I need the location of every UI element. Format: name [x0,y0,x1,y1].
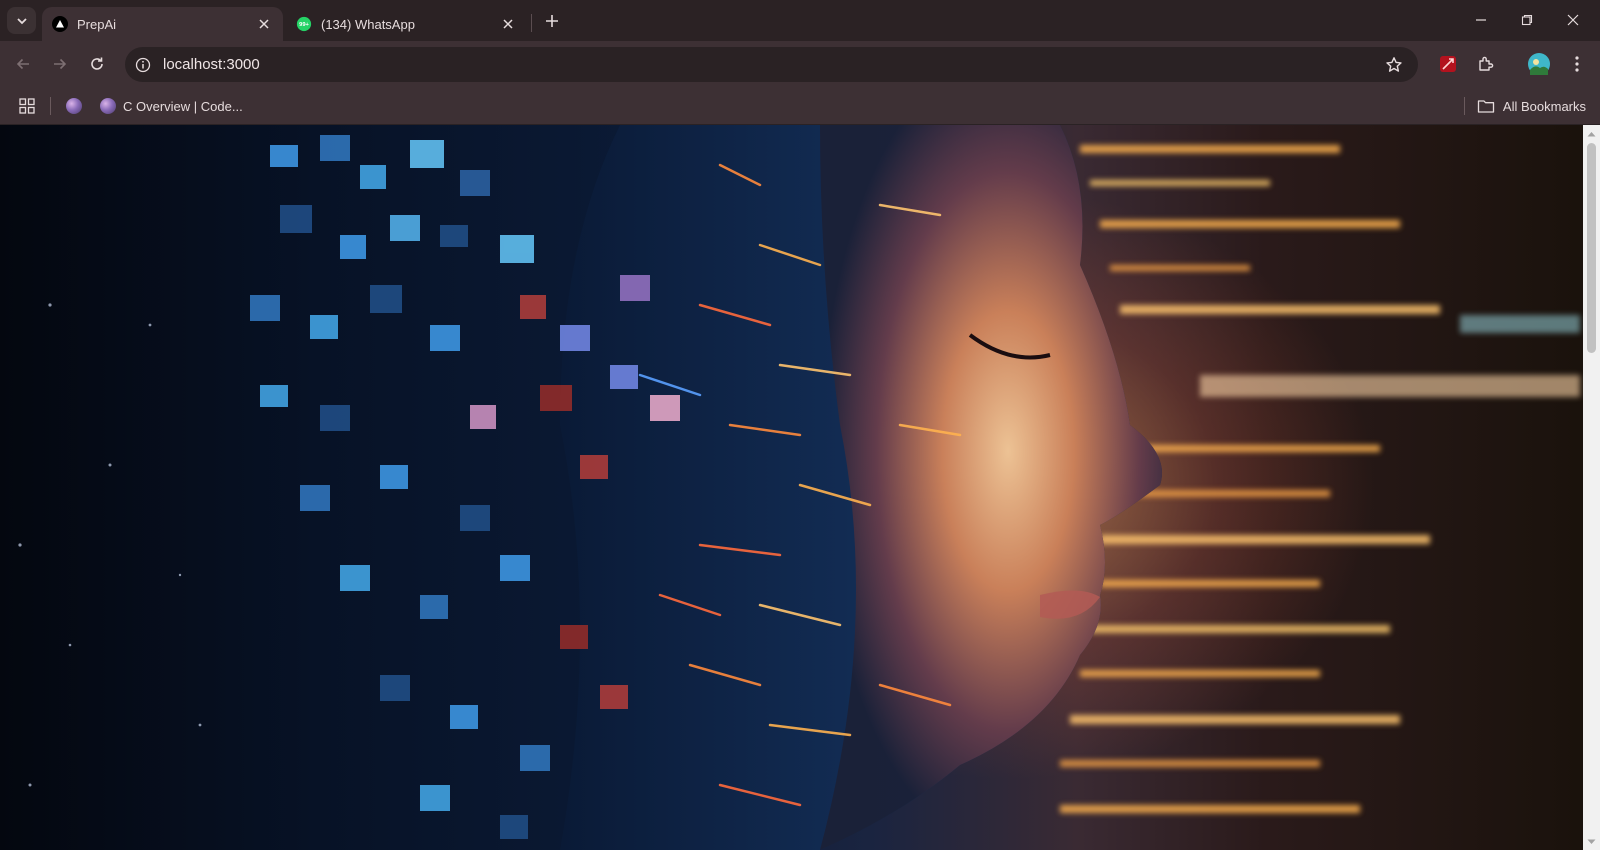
reload-button[interactable] [83,50,111,78]
info-icon[interactable] [133,55,153,75]
page-viewport [0,125,1583,850]
page-scrollbar[interactable] [1583,125,1600,850]
close-window-button[interactable] [1550,0,1596,40]
extension-icon-red[interactable] [1434,50,1462,78]
svg-text:99+: 99+ [299,22,309,28]
hero-image [18,125,1580,850]
minimize-button[interactable] [1458,0,1504,40]
arrow-right-icon [54,58,67,70]
forward-button[interactable] [46,50,74,78]
tab-title: PrepAi [77,16,117,32]
tab-title: (134) WhatsApp [321,16,415,32]
restore-button[interactable] [1504,0,1550,40]
extensions-puzzle-icon[interactable] [1472,50,1500,78]
star-icon[interactable] [1384,55,1404,75]
apps-grid-icon[interactable] [16,95,38,117]
bookmark-favicon [100,98,116,114]
tab-strip: PrepAi 99+ (134) WhatsApp [0,0,1600,41]
new-tab-button[interactable] [540,9,564,33]
close-icon [1567,14,1579,26]
url-text[interactable]: localhost:3000 [163,56,260,73]
scroll-up-arrow-icon[interactable] [1583,125,1600,142]
face-lit [820,125,1162,850]
profile-avatar[interactable] [1525,50,1553,78]
restore-icon [1521,14,1533,26]
bookmark-item-1[interactable] [66,94,89,118]
menu-kebab-icon[interactable] [1563,50,1591,78]
close-icon[interactable] [255,15,273,33]
reload-icon [91,57,103,70]
browser-toolbar: localhost:3000 [0,41,1600,86]
tab-whatsapp[interactable]: 99+ (134) WhatsApp [286,7,527,41]
chevron-down-icon [16,17,27,24]
tab-search-button[interactable] [7,7,36,34]
plus-icon [546,15,558,27]
close-icon[interactable] [499,15,517,33]
whatsapp-icon: 99+ [296,16,312,32]
bookmarks-separator [50,97,51,115]
bookmark-favicon [66,98,82,114]
folder-icon [1477,97,1495,115]
bookmarks-separator [1464,97,1465,115]
back-button[interactable] [9,50,37,78]
address-bar[interactable]: localhost:3000 [125,47,1418,82]
bookmark-label: C Overview | Code... [123,98,243,114]
minimize-icon [1476,19,1486,21]
bookmark-item-2[interactable]: C Overview | Code... [100,94,243,118]
nextjs-triangle-icon [52,16,68,32]
arrow-left-icon [16,58,29,70]
all-bookmarks-label: All Bookmarks [1502,98,1586,114]
bookmarks-bar: C Overview | Code... All Bookmarks [0,86,1600,125]
tab-prepai[interactable]: PrepAi [42,7,283,41]
tab-separator [531,14,532,32]
star-dots [18,303,202,787]
scrollbar-thumb[interactable] [1587,143,1596,353]
all-bookmarks-button[interactable]: All Bookmarks [1477,94,1586,118]
scroll-down-arrow-icon[interactable] [1583,833,1600,850]
